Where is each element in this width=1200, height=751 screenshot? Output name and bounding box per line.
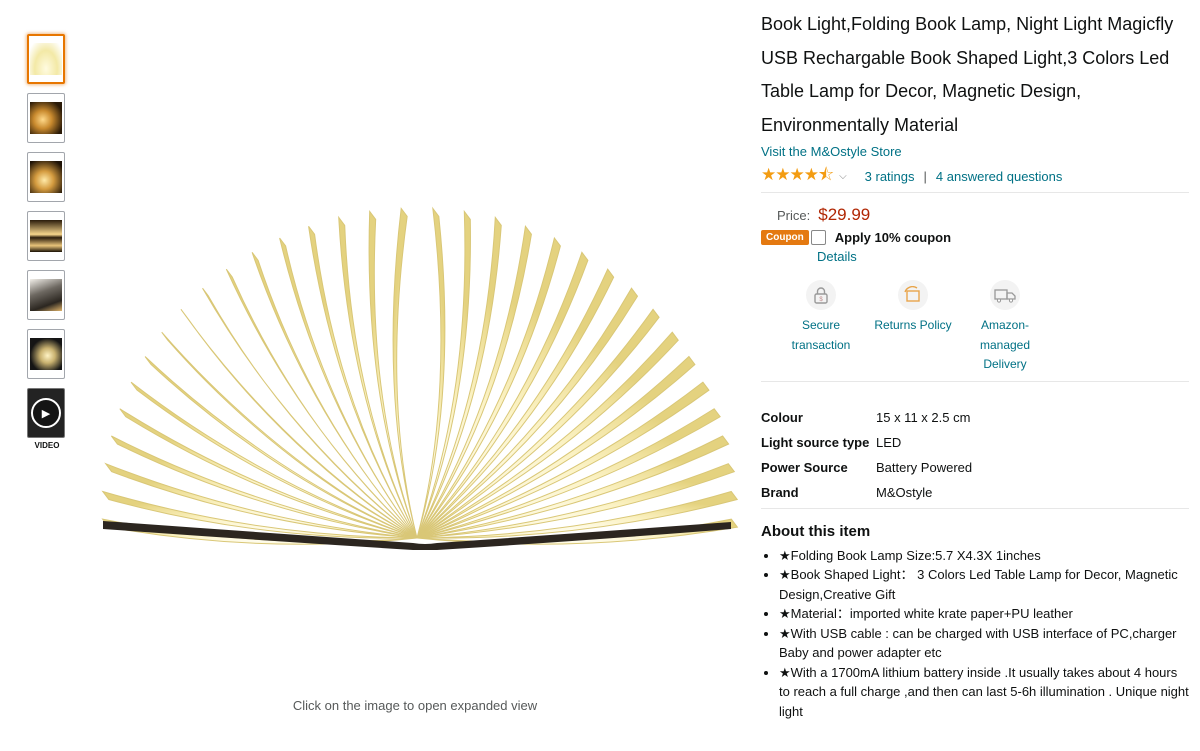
about-bullet: ★Folding Book Lamp Size:5.7 X4.3X 1inche… <box>779 546 1191 566</box>
feature-returns-policy[interactable]: Returns Policy <box>867 280 959 375</box>
spec-key: Colour <box>761 409 803 425</box>
spec-value: Battery Powered <box>876 459 973 475</box>
spec-row: Colour 15 x 11 x 2.5 cm <box>761 408 1191 428</box>
chevron-down-icon[interactable]: ⌵ <box>839 171 847 182</box>
spec-key: Light source type <box>761 434 870 450</box>
feature-label: Returns Policy <box>874 318 952 332</box>
thumbnail-image <box>30 338 62 370</box>
feature-label: Amazon-managed Delivery <box>979 318 1031 371</box>
coupon-badge: Coupon <box>761 230 809 245</box>
divider <box>761 380 1189 382</box>
thumbnail-4[interactable] <box>27 211 65 261</box>
delivery-truck-icon <box>990 280 1020 310</box>
price-value: $29.99 <box>818 205 871 224</box>
thumbnail-5[interactable] <box>27 270 65 320</box>
about-bullet: ★Book Shaped Light： 3 Colors Led Table L… <box>779 565 1191 604</box>
thumbnail-strip: ▶ VIDEO <box>27 34 67 450</box>
feature-label: Secure transaction <box>791 318 851 352</box>
spec-value: 15 x 11 x 2.5 cm <box>876 409 971 425</box>
spec-row: Brand M&Ostyle <box>761 483 1191 503</box>
coupon-row: Coupon Apply 10% coupon <box>761 230 1191 245</box>
book-cover <box>103 521 731 550</box>
star-rating-icon[interactable]: ★★★★⯪ <box>761 162 834 191</box>
about-title: About this item <box>761 522 871 540</box>
thumbnail-image <box>30 102 62 134</box>
store-link[interactable]: Visit the M&Ostyle Store <box>761 144 902 159</box>
price-row: Price: $29.99 <box>777 205 1191 225</box>
about-bullets: ★Folding Book Lamp Size:5.7 X4.3X 1inche… <box>761 546 1191 722</box>
feature-secure-transaction[interactable]: $ Secure transaction <box>775 280 867 375</box>
thumbnail-2[interactable] <box>27 93 65 143</box>
thumbnail-video[interactable]: ▶ <box>27 388 65 438</box>
spec-row: Power Source Battery Powered <box>761 458 1191 478</box>
coupon-checkbox[interactable] <box>810 230 826 245</box>
play-icon: ▶ <box>31 398 61 428</box>
spec-table: Colour 15 x 11 x 2.5 cm Light source typ… <box>761 408 1191 503</box>
spec-value: LED <box>876 434 902 450</box>
thumbnail-image <box>30 279 62 311</box>
image-caption: Click on the image to open expanded view <box>292 698 538 713</box>
thumbnail-1[interactable] <box>27 34 65 84</box>
separator: | <box>923 168 927 184</box>
return-box-icon <box>898 280 928 310</box>
book-page <box>392 207 418 539</box>
coupon-label[interactable]: Apply 10% coupon <box>835 230 951 245</box>
spec-key: Brand <box>761 484 799 500</box>
about-bullet: ★With a 1700mA lithium battery inside .I… <box>779 663 1191 722</box>
thumbnail-image <box>30 220 62 252</box>
price-label: Price: <box>777 208 811 223</box>
product-details: Book Light,Folding Book Lamp, Night Ligh… <box>761 8 1191 721</box>
spec-value: M&Ostyle <box>876 484 933 500</box>
book-lamp-illustration <box>101 206 739 550</box>
thumbnail-image <box>30 161 62 193</box>
thumbnail-6[interactable] <box>27 329 65 379</box>
coupon-details-link[interactable]: Details <box>817 249 857 264</box>
about-bullet: ★With USB cable : can be charged with US… <box>779 624 1191 663</box>
divider <box>761 192 1189 193</box>
feature-amazon-delivery[interactable]: Amazon-managed Delivery <box>959 280 1051 375</box>
ratings-link[interactable]: 3 ratings <box>865 169 915 184</box>
thumbnail-3[interactable] <box>27 152 65 202</box>
lock-icon: $ <box>806 280 836 310</box>
spec-key: Power Source <box>761 459 848 475</box>
rating-row: ★★★★⯪ ⌵ 3 ratings | 4 answered questions <box>761 165 1191 187</box>
video-label: VIDEO <box>34 441 60 450</box>
product-title: Book Light,Folding Book Lamp, Night Ligh… <box>761 14 1174 135</box>
about-bullet: ★Material：imported white krate paper+PU … <box>779 604 1191 624</box>
spec-row: Light source type LED <box>761 433 1191 453</box>
main-product-image[interactable] <box>95 120 740 560</box>
thumbnail-image <box>30 43 62 75</box>
divider <box>761 507 1189 509</box>
answered-questions-link[interactable]: 4 answered questions <box>936 169 1062 184</box>
feature-icons: $ Secure transaction Returns Policy Amaz… <box>775 280 1191 375</box>
